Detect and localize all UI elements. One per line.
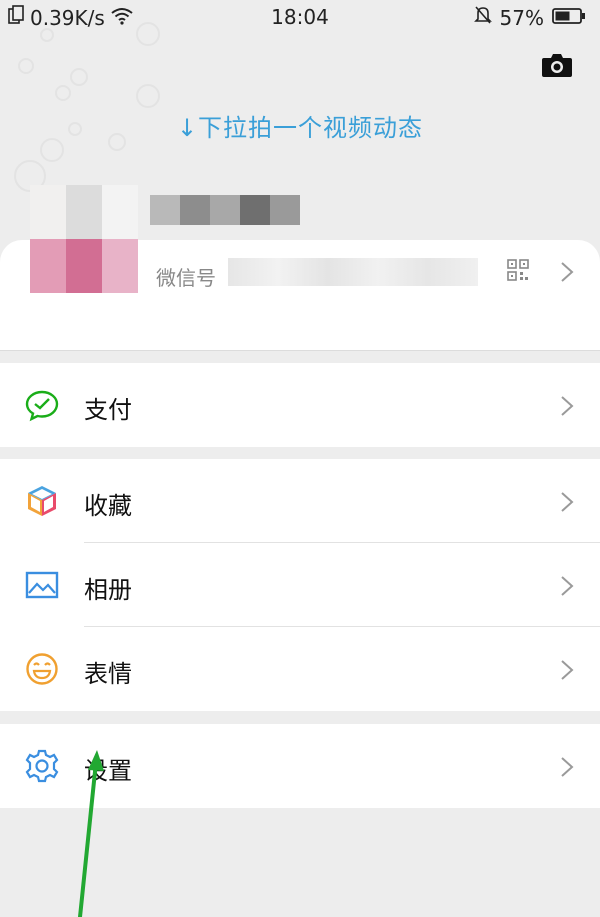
annotation-arrow: [78, 750, 104, 917]
